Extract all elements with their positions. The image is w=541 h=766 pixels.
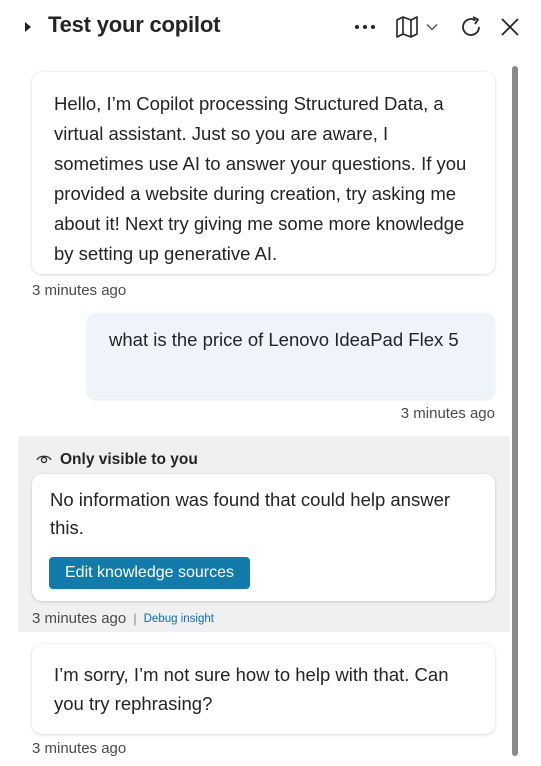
chevron-down-icon[interactable] <box>424 12 440 42</box>
ellipsis-icon[interactable] <box>350 12 380 42</box>
scrollbar[interactable] <box>512 66 518 756</box>
debug-insight-link[interactable]: Debug insight <box>144 613 214 625</box>
message-timestamp: 3 minutes ago <box>32 282 127 299</box>
map-icon[interactable] <box>392 12 422 42</box>
user-message-text: what is the price of Lenovo IdeaPad Flex… <box>109 329 459 350</box>
visibility-label: Only visible to you <box>60 451 198 468</box>
chat-header: Test your copilot <box>0 0 541 56</box>
message-footer: 3 minutes ago | Debug insight <box>32 610 214 627</box>
user-message-bubble: what is the price of Lenovo IdeaPad Flex… <box>87 313 495 399</box>
edit-knowledge-sources-button[interactable]: Edit knowledge sources <box>49 557 250 589</box>
separator: | <box>133 611 137 626</box>
eye-icon <box>36 451 52 469</box>
bot-message-text: No information was found that could help… <box>50 489 451 538</box>
expand-caret-icon[interactable] <box>22 20 34 34</box>
bot-message-bubble: I’m sorry, I’m not sure how to help with… <box>32 644 495 734</box>
bot-message-text: I’m sorry, I’m not sure how to help with… <box>54 664 449 714</box>
close-icon[interactable] <box>496 12 524 42</box>
message-timestamp: 3 minutes ago <box>32 740 127 757</box>
bot-message-text: Hello, I’m Copilot processing Structured… <box>54 93 467 264</box>
panel-title: Test your copilot <box>48 12 221 37</box>
visibility-header: Only visible to you <box>36 451 198 469</box>
message-timestamp: 3 minutes ago <box>32 610 127 627</box>
bot-message-bubble: Hello, I’m Copilot processing Structured… <box>32 72 495 274</box>
refresh-icon[interactable] <box>456 12 486 42</box>
message-timestamp: 3 minutes ago <box>400 405 495 422</box>
